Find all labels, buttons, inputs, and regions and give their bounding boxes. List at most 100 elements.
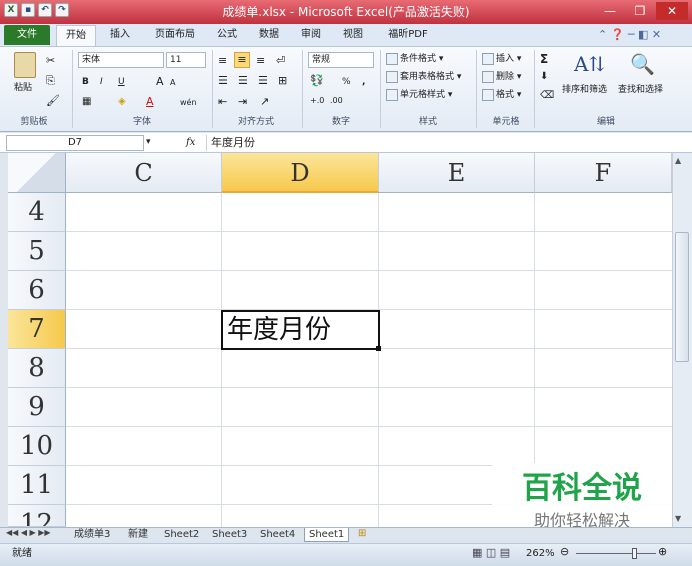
tab-page-layout[interactable]: 页面布局 bbox=[146, 24, 204, 46]
underline-button[interactable]: U bbox=[118, 74, 125, 90]
cut-icon[interactable]: ✂ bbox=[46, 54, 55, 67]
paste-icon[interactable] bbox=[14, 52, 36, 78]
sheet-tab[interactable]: Sheet3 bbox=[208, 528, 251, 542]
delete-cells-button[interactable]: 删除 ▾ bbox=[482, 69, 521, 85]
currency-icon[interactable]: 💱 bbox=[310, 74, 324, 87]
sort-filter-button[interactable]: 排序和筛选 bbox=[562, 82, 607, 98]
font-color-icon[interactable]: A bbox=[146, 95, 154, 108]
conditional-format-button[interactable]: 条件格式 ▾ bbox=[386, 51, 443, 67]
sheet-tab[interactable]: 成绩单3 bbox=[70, 528, 114, 542]
tab-foxit-pdf[interactable]: 福昕PDF bbox=[380, 24, 436, 46]
copy-icon[interactable]: ⎘ bbox=[46, 74, 55, 88]
clipboard-group-label: 剪贴板 bbox=[20, 117, 48, 127]
insert-function-button[interactable]: fx bbox=[186, 135, 204, 151]
close-button[interactable]: ✕ bbox=[656, 2, 688, 20]
row-header-6[interactable]: 6 bbox=[8, 271, 66, 310]
maximize-button[interactable]: ❐ bbox=[626, 2, 654, 20]
paste-button[interactable]: 粘贴 bbox=[14, 80, 32, 96]
orientation-icon[interactable]: ↗ bbox=[260, 95, 269, 108]
find-select-icon[interactable]: 🔍 bbox=[630, 52, 655, 76]
percent-button[interactable]: % bbox=[342, 74, 351, 90]
row-header-7[interactable]: 7 bbox=[8, 310, 66, 349]
tab-formulas[interactable]: 公式 bbox=[212, 24, 242, 46]
align-left-icon[interactable]: ☰ bbox=[218, 74, 228, 87]
scroll-up-icon[interactable]: ▲ bbox=[675, 156, 681, 165]
sheet-tab[interactable]: Sheet2 bbox=[160, 528, 203, 542]
tab-insert[interactable]: 插入 bbox=[104, 24, 136, 46]
fill-handle[interactable] bbox=[376, 346, 381, 351]
zoom-level[interactable]: 262% bbox=[526, 546, 555, 562]
row-header-12[interactable]: 12 bbox=[8, 505, 66, 527]
row-header-11[interactable]: 11 bbox=[8, 466, 66, 505]
increase-indent-icon[interactable]: ⇥ bbox=[238, 95, 247, 108]
sort-filter-icon[interactable]: A⇅ bbox=[574, 52, 605, 76]
zoom-slider[interactable] bbox=[576, 553, 656, 554]
row-header-8[interactable]: 8 bbox=[8, 349, 66, 388]
sheet-nav-icons[interactable]: ◀◀ ◀ ▶ ▶▶ bbox=[6, 528, 51, 537]
styles-group-label: 样式 bbox=[418, 117, 437, 127]
vertical-scroll-thumb[interactable] bbox=[675, 232, 689, 362]
active-cell-d7[interactable]: 年度月份 bbox=[221, 310, 380, 350]
sheet-tab[interactable]: 新建 bbox=[124, 528, 152, 542]
scroll-down-icon[interactable]: ▼ bbox=[675, 514, 681, 523]
border-icon[interactable]: ▦ bbox=[82, 96, 91, 107]
sheet-tab[interactable]: Sheet4 bbox=[256, 528, 299, 542]
phonetic-button[interactable]: wén bbox=[180, 95, 197, 111]
merge-center-icon[interactable]: ⊞ bbox=[278, 74, 287, 87]
bold-button[interactable]: B bbox=[82, 74, 89, 90]
row-header-9[interactable]: 9 bbox=[8, 388, 66, 427]
format-painter-icon[interactable]: 🖌 bbox=[46, 94, 60, 107]
align-bottom-icon[interactable]: ≡ bbox=[256, 54, 265, 67]
column-header-c[interactable]: C bbox=[66, 153, 222, 193]
number-format-box[interactable]: 常规 bbox=[308, 52, 374, 68]
italic-button[interactable]: I bbox=[100, 74, 103, 90]
fill-icon[interactable]: ⬇ bbox=[540, 71, 548, 82]
decrease-decimal-icon[interactable]: .00 bbox=[330, 96, 343, 105]
zoom-out-icon[interactable]: ⊖ bbox=[560, 545, 569, 558]
view-buttons[interactable]: ▦ ◫ ▤ bbox=[472, 546, 510, 559]
insert-cells-button[interactable]: 插入 ▾ bbox=[482, 51, 521, 67]
tab-file[interactable]: 文件 bbox=[4, 25, 50, 45]
align-right-icon[interactable]: ☰ bbox=[258, 74, 268, 87]
sheet-tab-active[interactable]: Sheet1 bbox=[304, 528, 350, 542]
zoom-slider-thumb[interactable] bbox=[632, 548, 637, 559]
fill-color-icon[interactable]: ◈ bbox=[118, 96, 126, 107]
zoom-in-icon[interactable]: ⊕ bbox=[658, 545, 667, 558]
tab-view[interactable]: 视图 bbox=[338, 24, 368, 46]
name-box-dropdown-icon[interactable]: ▾ bbox=[146, 137, 151, 147]
formula-input[interactable]: 年度月份 bbox=[206, 135, 672, 151]
clear-icon[interactable]: ⌫ bbox=[540, 90, 554, 101]
column-header-e[interactable]: E bbox=[379, 153, 535, 193]
align-middle-icon[interactable]: ≡ bbox=[234, 52, 250, 68]
tab-data[interactable]: 数据 bbox=[254, 24, 284, 46]
autosum-button[interactable]: Σ bbox=[540, 51, 548, 67]
decrease-indent-icon[interactable]: ⇤ bbox=[218, 95, 227, 108]
tab-review[interactable]: 审阅 bbox=[296, 24, 326, 46]
align-top-icon[interactable]: ≡ bbox=[218, 54, 227, 67]
minimize-button[interactable]: — bbox=[596, 2, 624, 20]
row-header-4[interactable]: 4 bbox=[8, 193, 66, 232]
wrap-text-icon[interactable]: ⏎ bbox=[276, 54, 285, 67]
tab-home[interactable]: 开始 bbox=[56, 25, 96, 46]
gridline bbox=[66, 270, 672, 271]
help-icons[interactable]: ⌃ ❓ ─ ◧ ✕ bbox=[598, 28, 661, 41]
row-header-10[interactable]: 10 bbox=[8, 427, 66, 466]
row-header-5[interactable]: 5 bbox=[8, 232, 66, 271]
font-size-box[interactable]: 11 bbox=[166, 52, 206, 68]
cell-styles-button[interactable]: 单元格样式 ▾ bbox=[386, 87, 452, 103]
format-as-table-button[interactable]: 套用表格格式 ▾ bbox=[386, 69, 461, 85]
column-header-d[interactable]: D bbox=[222, 153, 379, 193]
insert-sheet-icon[interactable]: ⊞ bbox=[358, 528, 366, 539]
comma-button[interactable]: , bbox=[362, 74, 365, 90]
increase-decimal-icon[interactable]: +.0 bbox=[310, 96, 324, 105]
find-select-button[interactable]: 查找和选择 bbox=[618, 82, 663, 98]
column-header-f[interactable]: F bbox=[535, 153, 672, 193]
grow-font-button[interactable]: A bbox=[156, 74, 164, 90]
select-all-button[interactable] bbox=[8, 153, 66, 193]
name-box[interactable]: D7 bbox=[6, 135, 144, 151]
shrink-font-button[interactable]: A bbox=[170, 75, 175, 91]
font-name-box[interactable]: 宋体 bbox=[78, 52, 164, 68]
format-cells-button[interactable]: 格式 ▾ bbox=[482, 87, 521, 103]
gridline bbox=[66, 231, 672, 232]
align-center-icon[interactable]: ☰ bbox=[238, 74, 248, 87]
